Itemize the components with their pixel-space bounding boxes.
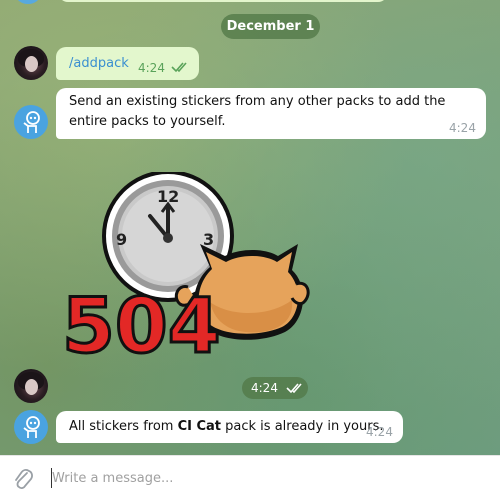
message-composer — [0, 455, 500, 501]
bot-avatar[interactable] — [14, 410, 48, 444]
avatar-face — [25, 379, 38, 395]
clock-number-9: 9 — [116, 230, 127, 249]
message-time: 4:24 — [449, 121, 476, 135]
incoming-message-bubble[interactable]: Send an existing stickers from any other… — [56, 88, 486, 139]
sticker-time-pill: 4:24 — [242, 377, 308, 399]
message-text-part: pack is already in yours. — [221, 419, 384, 434]
pack-name: CI Cat — [177, 419, 222, 434]
user-avatar[interactable] — [14, 46, 48, 80]
incoming-message-bubble[interactable]: All stickers from CI Cat pack is already… — [56, 411, 403, 443]
double-check-icon — [171, 62, 187, 73]
date-separator: December 1 — [221, 14, 320, 39]
paperclip-icon[interactable] — [12, 467, 34, 491]
double-check-icon — [286, 383, 302, 394]
outgoing-message-bubble[interactable]: /addpack 4:24 — [56, 47, 199, 80]
message-time: 4:24 — [366, 425, 393, 439]
command-link[interactable]: /addpack — [69, 56, 129, 71]
message-text: All stickers from CI Cat pack is already… — [69, 417, 384, 437]
user-avatar[interactable] — [14, 369, 48, 403]
message-text: Send an existing stickers from any other… — [69, 94, 446, 129]
sticker-504-clock-cat[interactable]: 12 3 9 504 — [60, 172, 310, 362]
bot-robot-icon — [23, 416, 40, 438]
date-label: December 1 — [226, 19, 315, 34]
bot-robot-icon — [23, 111, 40, 133]
clock-number-3: 3 — [203, 230, 214, 249]
avatar-face — [25, 56, 38, 72]
message-time: 4:24 — [138, 61, 165, 75]
previous-message-bubble — [58, 0, 388, 2]
sticker-504-text: 504 — [62, 281, 221, 362]
message-text-part: All stickers from — [69, 419, 178, 434]
message-input[interactable] — [52, 466, 482, 490]
message-time: 4:24 — [251, 381, 278, 395]
bot-avatar[interactable] — [14, 105, 48, 139]
